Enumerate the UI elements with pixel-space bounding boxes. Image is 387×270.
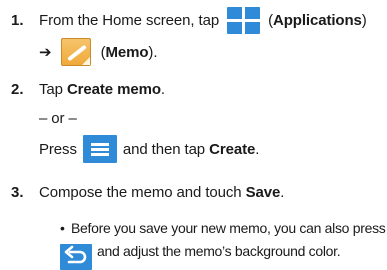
step-2-text: Tap	[39, 80, 67, 98]
bullet-line-1: • Before you save your new memo, you can…	[0, 217, 386, 239]
step-1-line-2: ➔ ( Memo ).	[0, 37, 157, 67]
step-3-line-1: 3. Compose the memo and touch Save .	[0, 180, 284, 204]
period: .	[160, 80, 165, 98]
step-3-text: Compose the memo and touch	[39, 183, 246, 201]
step-2-line-3: Press and then tap Create .	[0, 134, 259, 164]
step-1-text: From the Home screen, tap	[39, 11, 220, 29]
applications-grid-icon	[227, 6, 261, 34]
save-label: Save	[245, 183, 281, 201]
arrow-icon: ➔	[39, 44, 52, 61]
menu-key-icon	[82, 135, 117, 163]
step-1-line-1: 1. From the Home screen, tap ( Applicati…	[0, 6, 367, 34]
memo-app-icon	[60, 38, 91, 66]
step-2-or-line: – or –	[0, 106, 77, 130]
create-memo-label: Create memo	[66, 80, 161, 98]
bullet-text-1: Before you save your new memo, you can a…	[71, 220, 386, 236]
step-1-number: 1.	[11, 11, 24, 29]
paren-close: ).	[148, 43, 158, 61]
bullet-line-2: and adjust the memo’s background color.	[0, 240, 341, 262]
paren-close: )	[361, 11, 367, 29]
memo-label: Memo	[105, 43, 149, 61]
period: .	[280, 183, 285, 201]
applications-label: Applications	[272, 11, 362, 29]
step-2-line-1: 2. Tap Create memo .	[0, 77, 165, 101]
or-separator: – or –	[39, 109, 77, 127]
press-text: Press	[39, 140, 77, 158]
instruction-document: 1. From the Home screen, tap ( Applicati…	[0, 0, 387, 270]
bullet-dot: •	[60, 220, 65, 236]
then-tap-text: and then tap	[122, 140, 210, 158]
step-3-number: 3.	[11, 183, 24, 201]
step-2-number: 2.	[11, 80, 24, 98]
period: .	[255, 140, 260, 158]
create-label: Create	[209, 140, 256, 158]
bullet-text-2: and adjust the memo’s background color.	[97, 243, 341, 259]
